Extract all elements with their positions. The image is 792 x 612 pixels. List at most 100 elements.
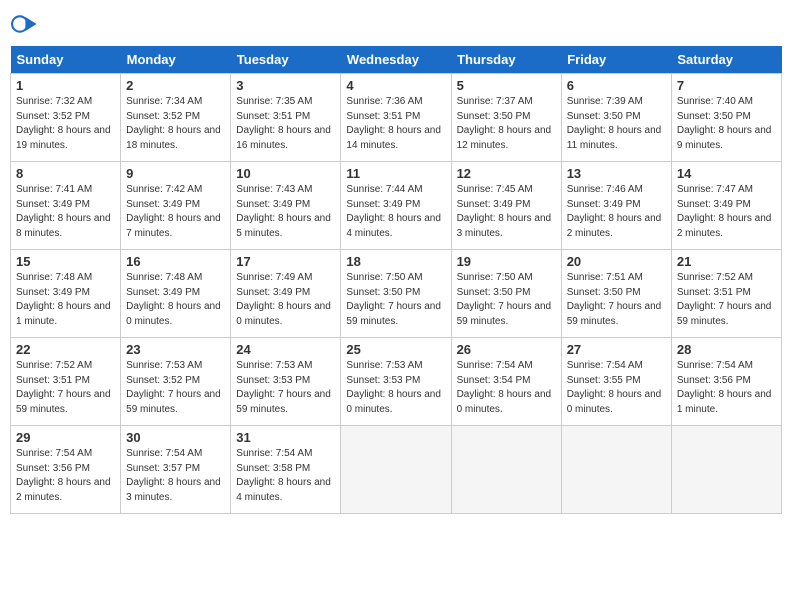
day-info: Sunrise: 7:45 AM Sunset: 3:49 PM Dayligh…: [457, 183, 556, 241]
day-number: 14: [677, 166, 776, 181]
week-row-5: 29Sunrise: 7:54 AM Sunset: 3:56 PM Dayli…: [11, 426, 782, 514]
day-number: 19: [457, 254, 556, 269]
day-number: 31: [236, 430, 335, 445]
col-header-monday: Monday: [121, 46, 231, 74]
calendar-cell: 9Sunrise: 7:42 AM Sunset: 3:49 PM Daylig…: [121, 162, 231, 250]
calendar-cell: 16 Sunrise: 7:48 AM Sunset: 3:49 PM Dayli…: [121, 250, 231, 338]
day-info: Sunrise: 7:53 AM Sunset: 3:52 PM Dayligh…: [126, 359, 225, 417]
calendar-cell: 13 Sunrise: 7:46 AM Sunset: 3:49 PM Dayli…: [561, 162, 671, 250]
col-header-saturday: Saturday: [671, 46, 781, 74]
calendar-cell: 14 Sunrise: 7:47 AM Sunset: 3:49 PM Dayli…: [671, 162, 781, 250]
day-info: Sunrise: 7:43 AM Sunset: 3:49 PM Dayligh…: [236, 183, 335, 241]
week-row-4: 22 Sunrise: 7:52 AM Sunset: 3:51 PM Dayli…: [11, 338, 782, 426]
day-number: 26: [457, 342, 556, 357]
day-number: 10: [236, 166, 335, 181]
day-info: Sunrise: 7:51 AM Sunset: 3:50 PM Dayligh…: [567, 271, 666, 329]
day-info: Sunrise: 7:48 AM Sunset: 3:49 PM Dayligh…: [16, 271, 115, 329]
day-number: 22: [16, 342, 115, 357]
day-info: Sunrise: 7:36 AM Sunset: 3:51 PM Dayligh…: [346, 95, 445, 153]
day-number: 23: [126, 342, 225, 357]
day-number: 25: [346, 342, 445, 357]
calendar-cell: 2Sunrise: 7:34 AM Sunset: 3:52 PM Daylig…: [121, 74, 231, 162]
calendar-cell: 8 Sunrise: 7:41 AM Sunset: 3:49 PM Daylig…: [11, 162, 121, 250]
day-number: 16: [126, 254, 225, 269]
calendar-cell: [451, 426, 561, 514]
calendar-cell: 29Sunrise: 7:54 AM Sunset: 3:56 PM Dayli…: [11, 426, 121, 514]
calendar-cell: 1 Sunrise: 7:32 AM Sunset: 3:52 PM Daylig…: [11, 74, 121, 162]
calendar-cell: 28Sunrise: 7:54 AM Sunset: 3:56 PM Dayli…: [671, 338, 781, 426]
day-number: 5: [457, 78, 556, 93]
day-info: Sunrise: 7:39 AM Sunset: 3:50 PM Dayligh…: [567, 95, 666, 153]
day-number: 29: [16, 430, 115, 445]
day-number: 28: [677, 342, 776, 357]
day-number: 3: [236, 78, 335, 93]
day-info: Sunrise: 7:49 AM Sunset: 3:49 PM Dayligh…: [236, 271, 335, 329]
day-info: Sunrise: 7:44 AM Sunset: 3:49 PM Dayligh…: [346, 183, 445, 241]
day-number: 1: [16, 78, 115, 93]
calendar-cell: 31 Sunrise: 7:54 AM Sunset: 3:58 PM Dayli…: [231, 426, 341, 514]
day-info: Sunrise: 7:54 AM Sunset: 3:57 PM Dayligh…: [126, 447, 225, 505]
calendar-cell: 4 Sunrise: 7:36 AM Sunset: 3:51 PM Daylig…: [341, 74, 451, 162]
calendar-cell: [341, 426, 451, 514]
day-number: 7: [677, 78, 776, 93]
calendar-cell: 11Sunrise: 7:44 AM Sunset: 3:49 PM Dayli…: [341, 162, 451, 250]
col-header-tuesday: Tuesday: [231, 46, 341, 74]
day-info: Sunrise: 7:53 AM Sunset: 3:53 PM Dayligh…: [346, 359, 445, 417]
calendar-cell: 23 Sunrise: 7:53 AM Sunset: 3:52 PM Dayli…: [121, 338, 231, 426]
calendar-cell: 26 Sunrise: 7:54 AM Sunset: 3:54 PM Dayli…: [451, 338, 561, 426]
calendar-cell: 12 Sunrise: 7:45 AM Sunset: 3:49 PM Dayli…: [451, 162, 561, 250]
calendar-cell: [561, 426, 671, 514]
calendar-cell: 30 Sunrise: 7:54 AM Sunset: 3:57 PM Dayli…: [121, 426, 231, 514]
day-number: 8: [16, 166, 115, 181]
day-info: Sunrise: 7:52 AM Sunset: 3:51 PM Dayligh…: [677, 271, 776, 329]
day-info: Sunrise: 7:47 AM Sunset: 3:49 PM Dayligh…: [677, 183, 776, 241]
col-header-friday: Friday: [561, 46, 671, 74]
day-info: Sunrise: 7:41 AM Sunset: 3:49 PM Dayligh…: [16, 183, 115, 241]
day-info: Sunrise: 7:53 AM Sunset: 3:53 PM Dayligh…: [236, 359, 335, 417]
day-info: Sunrise: 7:52 AM Sunset: 3:51 PM Dayligh…: [16, 359, 115, 417]
calendar-cell: 5 Sunrise: 7:37 AM Sunset: 3:50 PM Daylig…: [451, 74, 561, 162]
day-number: 30: [126, 430, 225, 445]
day-number: 6: [567, 78, 666, 93]
day-number: 27: [567, 342, 666, 357]
day-number: 4: [346, 78, 445, 93]
calendar-cell: 22 Sunrise: 7:52 AM Sunset: 3:51 PM Dayli…: [11, 338, 121, 426]
day-info: Sunrise: 7:37 AM Sunset: 3:50 PM Dayligh…: [457, 95, 556, 153]
day-number: 18: [346, 254, 445, 269]
day-number: 12: [457, 166, 556, 181]
calendar-cell: 19 Sunrise: 7:50 AM Sunset: 3:50 PM Dayli…: [451, 250, 561, 338]
calendar-cell: 7 Sunrise: 7:40 AM Sunset: 3:50 PM Daylig…: [671, 74, 781, 162]
col-header-wednesday: Wednesday: [341, 46, 451, 74]
calendar-cell: 18Sunrise: 7:50 AM Sunset: 3:50 PM Dayli…: [341, 250, 451, 338]
day-info: Sunrise: 7:48 AM Sunset: 3:49 PM Dayligh…: [126, 271, 225, 329]
calendar-cell: 27Sunrise: 7:54 AM Sunset: 3:55 PM Dayli…: [561, 338, 671, 426]
day-number: 9: [126, 166, 225, 181]
day-number: 17: [236, 254, 335, 269]
day-number: 24: [236, 342, 335, 357]
day-info: Sunrise: 7:54 AM Sunset: 3:54 PM Dayligh…: [457, 359, 556, 417]
calendar-cell: 20 Sunrise: 7:51 AM Sunset: 3:50 PM Dayli…: [561, 250, 671, 338]
calendar-cell: 6 Sunrise: 7:39 AM Sunset: 3:50 PM Daylig…: [561, 74, 671, 162]
col-header-thursday: Thursday: [451, 46, 561, 74]
day-info: Sunrise: 7:50 AM Sunset: 3:50 PM Dayligh…: [457, 271, 556, 329]
page-header: [10, 10, 782, 38]
calendar-cell: 15Sunrise: 7:48 AM Sunset: 3:49 PM Dayli…: [11, 250, 121, 338]
week-row-1: 1 Sunrise: 7:32 AM Sunset: 3:52 PM Daylig…: [11, 74, 782, 162]
day-info: Sunrise: 7:35 AM Sunset: 3:51 PM Dayligh…: [236, 95, 335, 153]
calendar-cell: 10 Sunrise: 7:43 AM Sunset: 3:49 PM Dayli…: [231, 162, 341, 250]
day-info: Sunrise: 7:32 AM Sunset: 3:52 PM Dayligh…: [16, 95, 115, 153]
day-info: Sunrise: 7:46 AM Sunset: 3:49 PM Dayligh…: [567, 183, 666, 241]
day-number: 13: [567, 166, 666, 181]
calendar-cell: 25 Sunrise: 7:53 AM Sunset: 3:53 PM Dayli…: [341, 338, 451, 426]
col-header-sunday: Sunday: [11, 46, 121, 74]
week-row-3: 15Sunrise: 7:48 AM Sunset: 3:49 PM Dayli…: [11, 250, 782, 338]
week-row-2: 8 Sunrise: 7:41 AM Sunset: 3:49 PM Daylig…: [11, 162, 782, 250]
calendar-table: SundayMondayTuesdayWednesdayThursdayFrid…: [10, 46, 782, 514]
day-info: Sunrise: 7:40 AM Sunset: 3:50 PM Dayligh…: [677, 95, 776, 153]
logo: [10, 10, 42, 38]
day-info: Sunrise: 7:54 AM Sunset: 3:58 PM Dayligh…: [236, 447, 335, 505]
calendar-cell: 3 Sunrise: 7:35 AM Sunset: 3:51 PM Daylig…: [231, 74, 341, 162]
day-number: 20: [567, 254, 666, 269]
calendar-cell: 24 Sunrise: 7:53 AM Sunset: 3:53 PM Dayli…: [231, 338, 341, 426]
logo-icon: [10, 10, 38, 38]
